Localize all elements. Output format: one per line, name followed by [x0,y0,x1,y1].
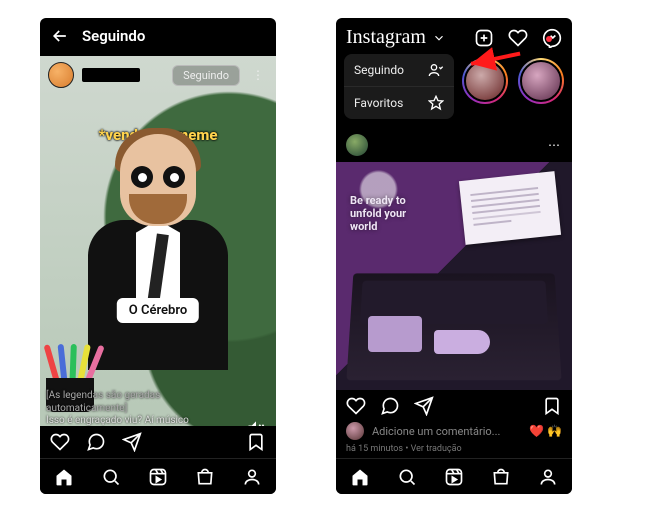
reel-header-title: Seguindo [82,27,145,45]
post-image-title: Be ready to unfold your world [350,194,428,234]
comment-icon[interactable] [86,432,106,452]
post-image[interactable]: Be ready to unfold your world [336,162,572,390]
bottom-nav [40,458,276,494]
commenter-avatar[interactable] [346,422,364,440]
bottom-nav [336,458,572,494]
following-people-icon [428,62,444,78]
more-options-icon[interactable]: ⋮ [248,68,268,82]
more-options-icon[interactable]: ⋯ [548,138,562,152]
reel-header: Seguindo [40,18,276,54]
search-icon[interactable] [101,467,121,487]
phone-reel: Seguindo Seguindo ⋮ *vendo um meme O Cér… [40,18,276,494]
bookmark-icon[interactable] [542,396,562,416]
comment-row[interactable]: Adicione um comentário... ❤️ 🙌 [336,418,572,444]
post-action-row [40,426,276,458]
share-icon[interactable] [414,396,434,416]
reel-video[interactable]: Seguindo ⋮ *vendo um meme O Cérebro [As … [40,56,276,458]
post-author-avatar[interactable] [346,134,368,156]
heart-icon[interactable] [346,396,366,416]
reel-user-bar: Seguindo ⋮ [48,62,268,88]
instagram-logo[interactable]: Instagram [346,26,426,49]
dropdown-label: Seguindo [354,63,404,77]
comment-placeholder[interactable]: Adicione um comentário... [372,425,500,438]
back-arrow-icon[interactable] [50,26,70,46]
feed-top-bar: Instagram [336,18,572,57]
reel-caption-auto: [As legendas são geradas automaticamente… [46,390,236,415]
reel-author-name-redacted[interactable] [82,68,140,82]
quick-reactions[interactable]: ❤️ 🙌 [529,424,562,438]
reels-icon[interactable] [444,467,464,487]
dropdown-label: Favoritos [354,96,403,110]
home-icon[interactable] [54,467,74,487]
post-image-tag [434,330,490,354]
post-image-card [368,316,422,352]
dropdown-item-favoritos[interactable]: Favoritos [344,86,454,119]
post-image-document [459,171,561,245]
bookmark-icon[interactable] [246,432,266,452]
share-icon[interactable] [122,432,142,452]
profile-icon[interactable] [242,467,262,487]
feed-filter-dropdown: Seguindo Favoritos [344,54,454,119]
comment-icon[interactable] [380,396,400,416]
story-item[interactable] [518,58,564,104]
shop-icon[interactable] [195,467,215,487]
phone-feed: Instagram Seguindo Favoritos [336,18,572,494]
profile-icon[interactable] [538,467,558,487]
search-icon[interactable] [397,467,417,487]
shop-icon[interactable] [491,467,511,487]
feed-area: ⋯ Be ready to unfold your world Adicione… [336,128,572,458]
messenger-icon[interactable] [542,28,562,48]
reel-tag-chip[interactable]: O Cérebro [117,298,199,323]
reel-author-avatar[interactable] [48,62,74,88]
star-icon [428,95,444,111]
reel-person-illustration [83,134,233,374]
dropdown-item-seguindo[interactable]: Seguindo [344,54,454,86]
heart-icon[interactable] [50,432,70,452]
post-header: ⋯ [336,128,572,162]
post-action-row [336,390,572,418]
notification-dot [546,36,552,42]
follow-button[interactable]: Seguindo [172,65,240,86]
home-icon[interactable] [350,467,370,487]
reels-icon[interactable] [148,467,168,487]
chevron-down-icon[interactable] [432,31,446,45]
